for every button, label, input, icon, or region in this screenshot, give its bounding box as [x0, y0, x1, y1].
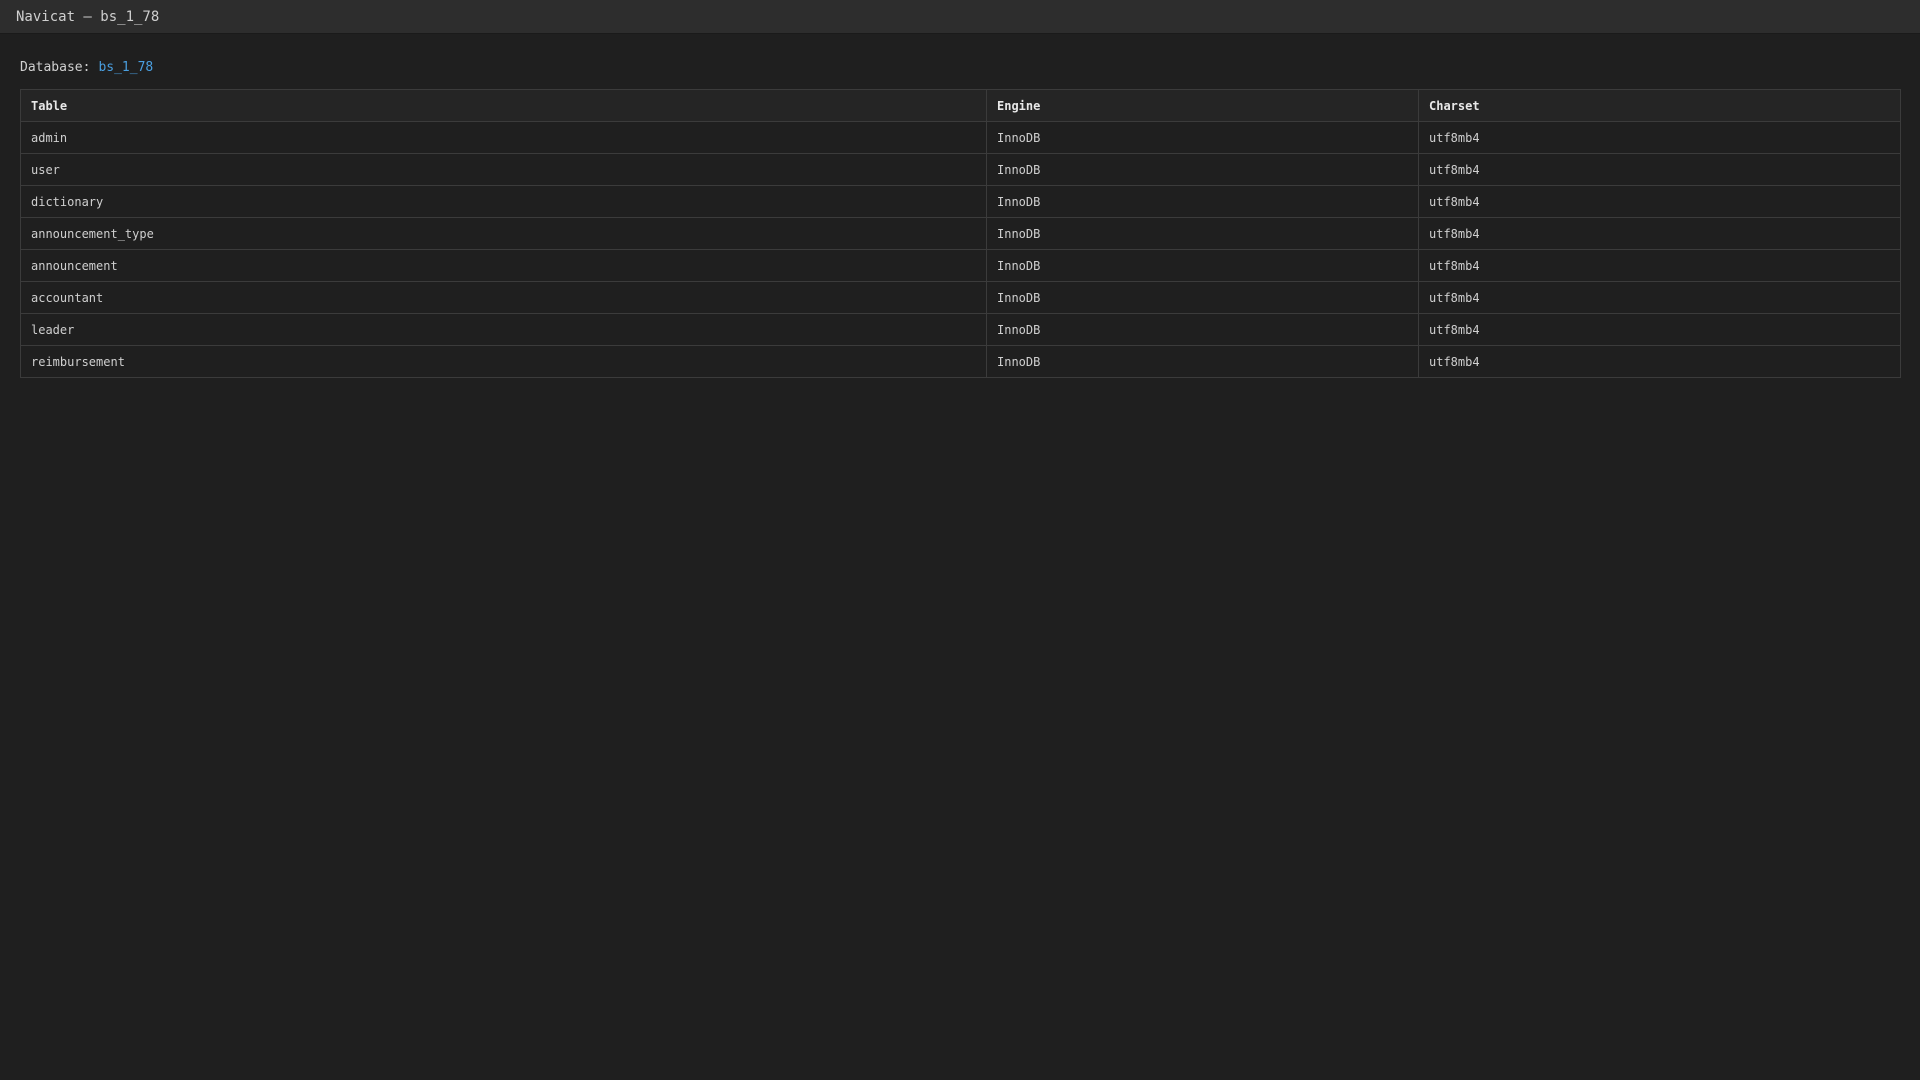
table-name-cell[interactable]: accountant [20, 281, 987, 314]
engine-cell[interactable]: InnoDB [986, 281, 1419, 314]
table-row[interactable]: announcement_type InnoDB utf8mb4 [20, 217, 1901, 250]
table-row[interactable]: reimbursement InnoDB utf8mb4 [20, 345, 1901, 378]
main-content: Database: bs_1_78 Table Engine Charset a… [0, 34, 1920, 378]
engine-cell[interactable]: InnoDB [986, 217, 1419, 250]
database-label: Database: [20, 59, 91, 75]
engine-cell[interactable]: InnoDB [986, 185, 1419, 218]
charset-cell[interactable]: utf8mb4 [1418, 153, 1901, 186]
table-row[interactable]: leader InnoDB utf8mb4 [20, 313, 1901, 346]
table-name-cell[interactable]: admin [20, 121, 987, 154]
table-row[interactable]: announcement InnoDB utf8mb4 [20, 249, 1901, 282]
table-name-cell[interactable]: leader [20, 313, 987, 346]
window-title: Navicat — bs_1_78 [16, 8, 160, 25]
table-row[interactable]: user InnoDB utf8mb4 [20, 153, 1901, 186]
engine-cell[interactable]: InnoDB [986, 153, 1419, 186]
table-row[interactable]: accountant InnoDB utf8mb4 [20, 281, 1901, 314]
column-header-engine[interactable]: Engine [986, 89, 1419, 122]
table-name-cell[interactable]: user [20, 153, 987, 186]
header-row: Table Engine Charset [20, 89, 1901, 122]
engine-cell[interactable]: InnoDB [986, 313, 1419, 346]
database-info: Database: bs_1_78 [20, 56, 1900, 78]
table-name-cell[interactable]: dictionary [20, 185, 987, 218]
charset-cell[interactable]: utf8mb4 [1418, 345, 1901, 378]
window-titlebar: Navicat — bs_1_78 [0, 0, 1920, 34]
charset-cell[interactable]: utf8mb4 [1418, 121, 1901, 154]
tables-grid: Table Engine Charset admin InnoDB utf8mb… [20, 89, 1901, 378]
charset-cell[interactable]: utf8mb4 [1418, 313, 1901, 346]
column-header-table[interactable]: Table [20, 89, 987, 122]
table-name-cell[interactable]: reimbursement [20, 345, 987, 378]
table-row[interactable]: admin InnoDB utf8mb4 [20, 121, 1901, 154]
charset-cell[interactable]: utf8mb4 [1418, 249, 1901, 282]
table-row[interactable]: dictionary InnoDB utf8mb4 [20, 185, 1901, 218]
charset-cell[interactable]: utf8mb4 [1418, 281, 1901, 314]
table-name-cell[interactable]: announcement [20, 249, 987, 282]
charset-cell[interactable]: utf8mb4 [1418, 185, 1901, 218]
column-header-charset[interactable]: Charset [1418, 89, 1901, 122]
engine-cell[interactable]: InnoDB [986, 345, 1419, 378]
engine-cell[interactable]: InnoDB [986, 249, 1419, 282]
engine-cell[interactable]: InnoDB [986, 121, 1419, 154]
database-name-link[interactable]: bs_1_78 [98, 60, 153, 75]
table-name-cell[interactable]: announcement_type [20, 217, 987, 250]
charset-cell[interactable]: utf8mb4 [1418, 217, 1901, 250]
